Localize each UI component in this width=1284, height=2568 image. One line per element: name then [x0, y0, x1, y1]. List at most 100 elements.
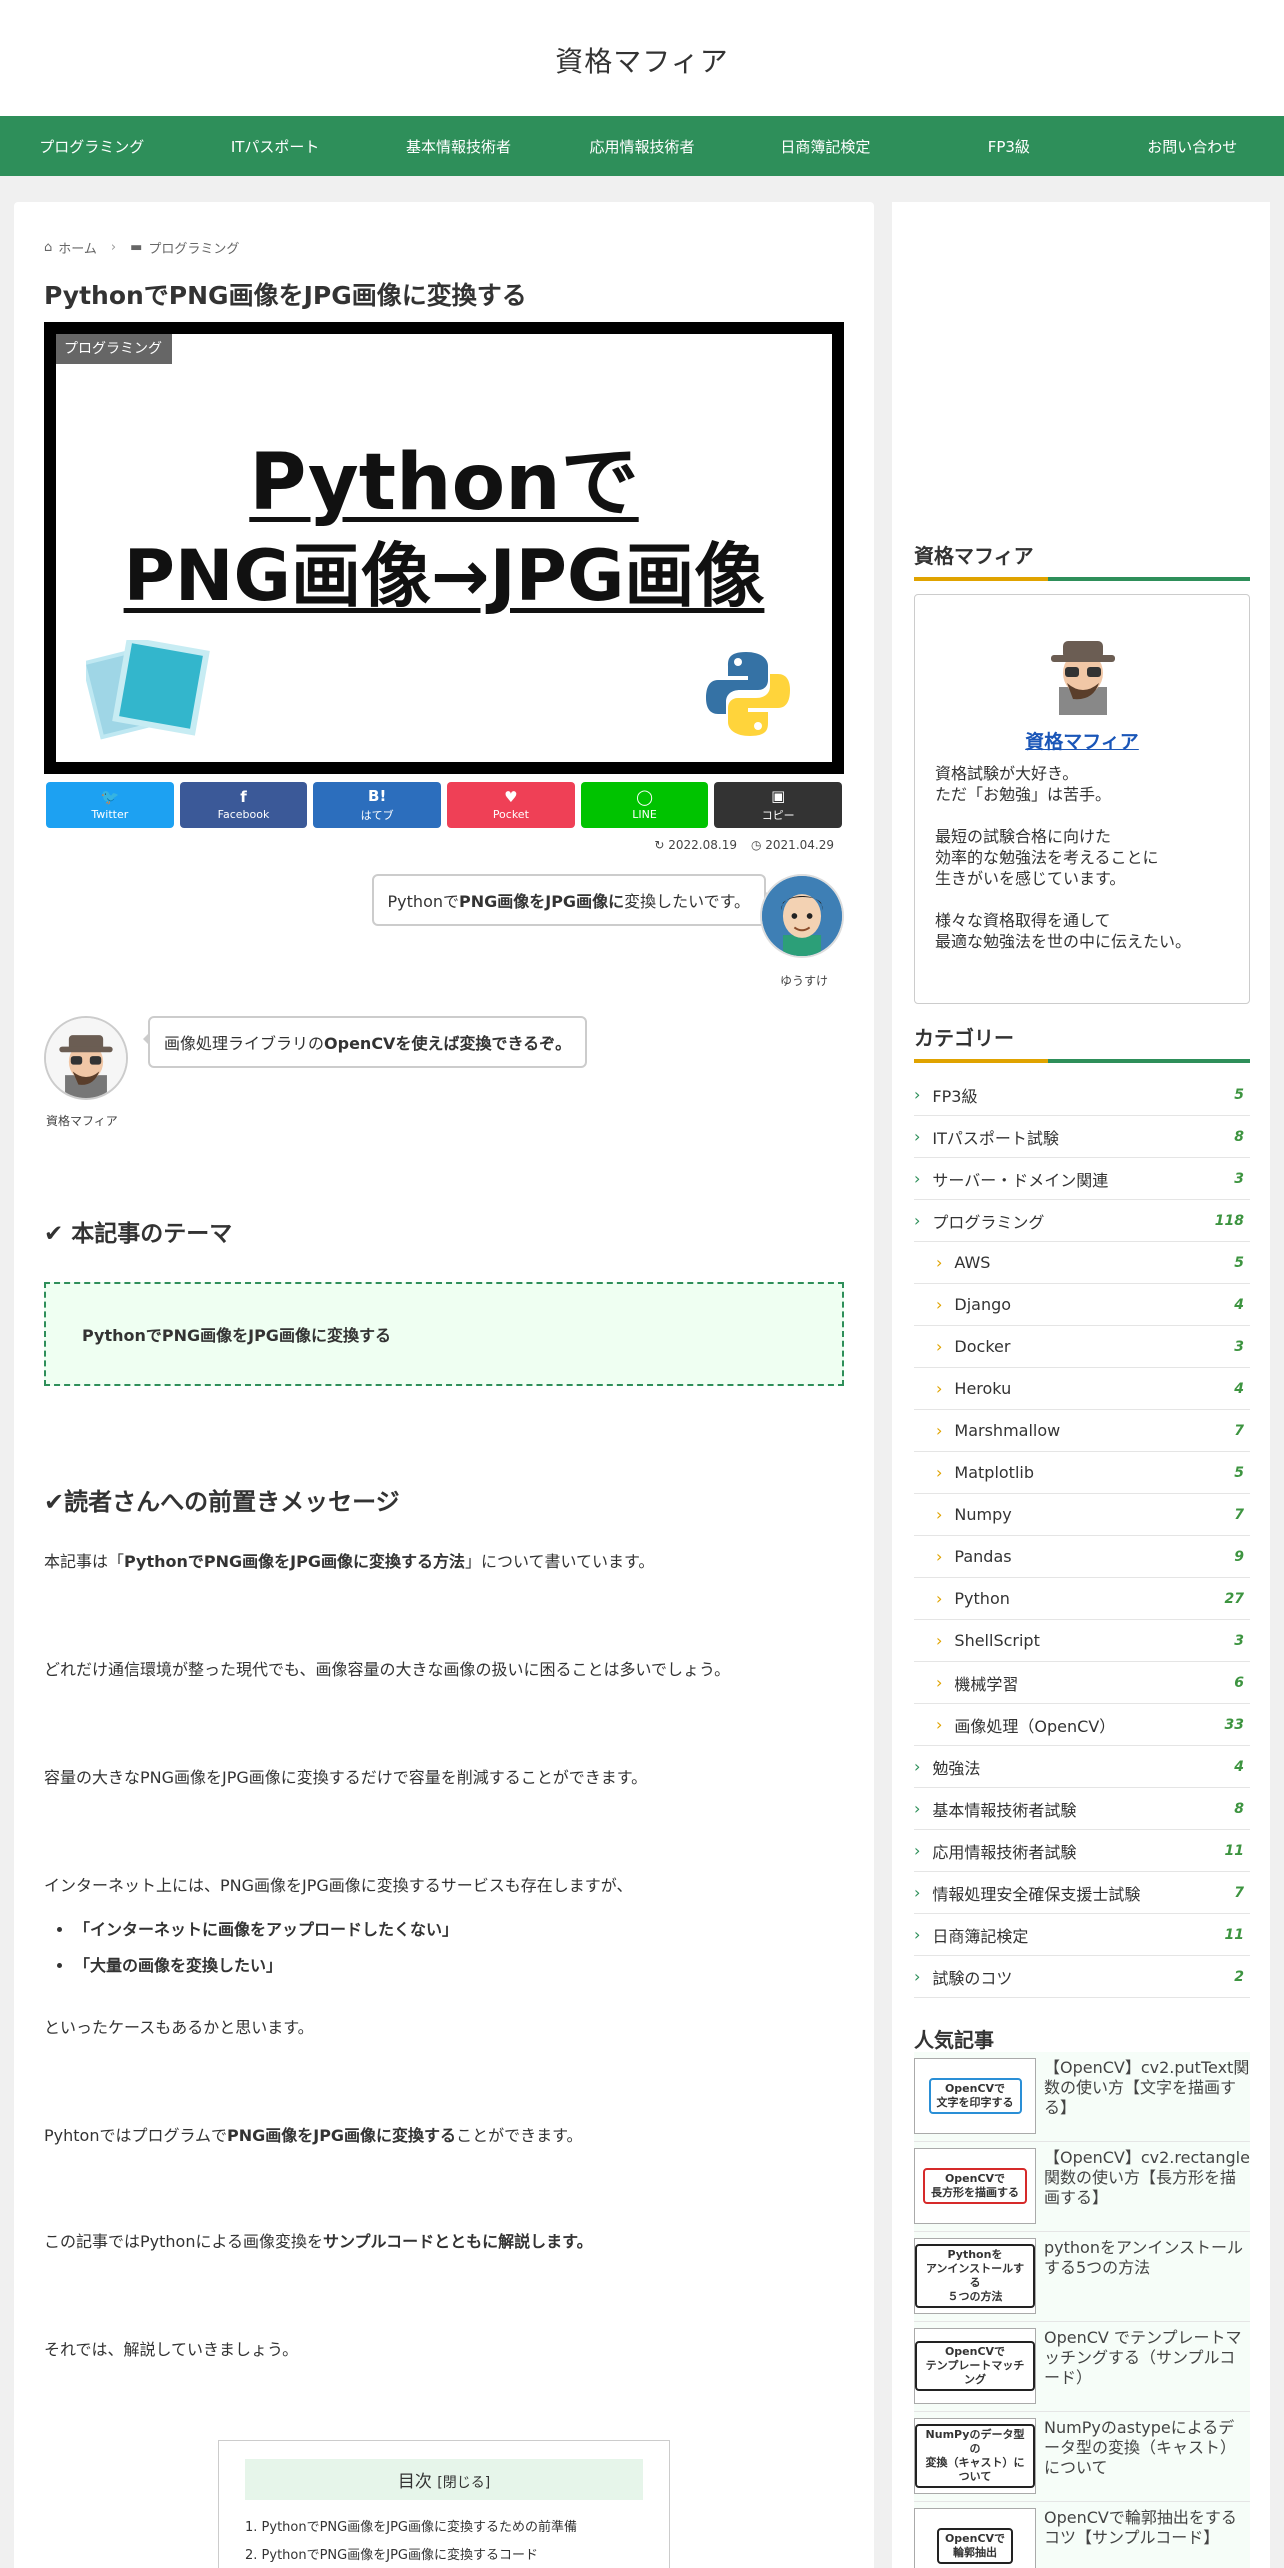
category-label: FP3級: [932, 1086, 978, 1106]
category-item[interactable]: › 機械学習 6: [914, 1662, 1250, 1704]
paragraph-1: 本記事は「PythonでPNG画像をJPG画像に変換する方法」について書いていま…: [44, 1552, 655, 1571]
chevron-right-icon: ›: [914, 1757, 921, 1776]
category-item[interactable]: › Heroku 4: [914, 1368, 1250, 1410]
category-item[interactable]: › ShellScript 3: [914, 1620, 1250, 1662]
category-count: 11: [1224, 1926, 1244, 1943]
photos-icon: [86, 640, 210, 740]
category-item[interactable]: › 情報処理安全確保支援士試験 7: [914, 1872, 1250, 1914]
article-title: NumPyのastypeによるデータ型の変換（キャスト）について: [1044, 2418, 1237, 2477]
share-pocket-button[interactable]: ♥ Pocket: [447, 782, 575, 828]
category-count: 4: [1234, 1758, 1244, 1775]
chevron-right-icon: ›: [936, 1715, 943, 1734]
popular-list: OpenCVで 文字を印字する 【OpenCV】cv2.putText関数の使い方…: [914, 2052, 1250, 2568]
toc-item[interactable]: 2. PythonでPNG画像をJPG画像に変換するコード: [245, 2548, 538, 2563]
article-thumbnail: OpenCVで テンプレートマッチング: [914, 2328, 1036, 2404]
category-item[interactable]: › Docker 3: [914, 1326, 1250, 1368]
popular-article[interactable]: Pythonを アンインストールする ５つの方法 pythonをアンインストールす…: [914, 2232, 1250, 2322]
share-hatena-button[interactable]: B! はてブ: [313, 782, 442, 828]
category-item[interactable]: › Python 27: [914, 1578, 1250, 1620]
popular-article[interactable]: OpenCVで 文字を印字する 【OpenCV】cv2.putText関数の使い方…: [914, 2052, 1250, 2142]
nav-item-fe[interactable]: 基本情報技術者: [367, 136, 550, 157]
list-item: 「インターネットに画像をアップロードしたくない」: [74, 1916, 458, 1940]
category-item[interactable]: › FP3級 5: [914, 1074, 1250, 1116]
category-item[interactable]: › Django 4: [914, 1284, 1250, 1326]
category-count: 3: [1234, 1338, 1244, 1355]
toc-toggle-button[interactable]: [閉じる]: [437, 2475, 490, 2491]
nav-item-boki[interactable]: 日商簿記検定: [734, 136, 917, 157]
popular-article[interactable]: OpenCVで 長方形を描画する 【OpenCV】cv2.rectangle関数の…: [914, 2142, 1250, 2232]
chevron-right-icon: ›: [914, 1967, 921, 1986]
article-title: pythonをアンインストールする5つの方法: [1044, 2238, 1244, 2277]
category-label: Django: [954, 1295, 1012, 1314]
category-label: 画像処理（OpenCV）: [954, 1716, 1116, 1736]
popular-article[interactable]: OpenCVで テンプレートマッチング OpenCV でテンプレートマッチングする…: [914, 2322, 1250, 2412]
share-copy-button[interactable]: ▣ コピー: [714, 782, 843, 828]
article-thumbnail: NumPyのデータ型の 変換（キャスト）について: [914, 2418, 1036, 2494]
category-count: 7: [1234, 1422, 1244, 1439]
site-title[interactable]: 資格マフィア: [555, 40, 728, 80]
sidebar-ad-area: [892, 202, 1270, 512]
breadcrumb-category[interactable]: プログラミング: [148, 238, 239, 257]
category-item[interactable]: › 基本情報技術者試験 8: [914, 1788, 1250, 1830]
category-count: 3: [1234, 1170, 1244, 1187]
share-twitter-button[interactable]: 🐦 Twitter: [46, 782, 174, 828]
home-icon: ⌂: [44, 240, 53, 255]
popular-article[interactable]: NumPyのデータ型の 変換（キャスト）について NumPyのastypeによるデ…: [914, 2412, 1250, 2502]
category-count: 9: [1234, 1548, 1244, 1565]
speech-bubble-right: PythonでPNG画像をJPG画像に変換したいです。: [371, 874, 772, 926]
nav-item-it-passport[interactable]: ITパスポート: [183, 136, 366, 157]
speech-bubble-left: 画像処理ライブラリのOpenCVを使えば変換できるぞ。: [142, 1016, 588, 1068]
chevron-right-icon: ›: [936, 1337, 943, 1356]
category-count: 3: [1234, 1632, 1244, 1649]
article-thumbnail: Pythonを アンインストールする ５つの方法: [914, 2238, 1036, 2314]
nav-item-programming[interactable]: プログラミング: [0, 136, 183, 157]
sidebar: 資格マフィア 資格マフィア 資格試験が大好き。 ただ「お勉強」は苦手。 最短の試…: [892, 512, 1270, 2568]
avatar-yusuke: [760, 874, 844, 958]
category-label: ShellScript: [954, 1631, 1040, 1650]
category-item[interactable]: › Matplotlib 5: [914, 1452, 1250, 1494]
nav-item-contact[interactable]: お問い合わせ: [1101, 136, 1284, 157]
list-item: 「大量の画像を変換したい」: [74, 1952, 458, 1976]
category-item[interactable]: › Pandas 9: [914, 1536, 1250, 1578]
toc-item[interactable]: 1. PythonでPNG画像をJPG画像に変換するための前準備: [245, 2520, 577, 2535]
category-item[interactable]: › 勉強法 4: [914, 1746, 1250, 1788]
category-item[interactable]: › 応用情報技術者試験 11: [914, 1830, 1250, 1872]
nav-item-ap[interactable]: 応用情報技術者: [550, 136, 733, 157]
paragraph-6: PyhtonではプログラムでPNG画像をJPG画像に変換することができます。: [44, 2126, 583, 2145]
copy-icon: ▣: [771, 786, 786, 805]
category-item[interactable]: › 画像処理（OpenCV） 33: [914, 1704, 1250, 1746]
main-article: ⌂ ホーム › ▬ プログラミング PythonでPNG画像をJPG画像に変換す…: [14, 202, 874, 2568]
category-item[interactable]: › AWS 5: [914, 1242, 1250, 1284]
paragraph-3: 容量の大きなPNG画像をJPG画像に変換するだけで容量を削減することができます。: [44, 1768, 648, 1787]
breadcrumb: ⌂ ホーム › ▬ プログラミング: [44, 238, 239, 257]
chevron-right-icon: ›: [914, 1925, 921, 1944]
chevron-right-icon: ›: [936, 1295, 943, 1314]
publish-date: ◷ 2021.04.29: [750, 838, 834, 852]
chevron-right-icon: ›: [914, 1883, 921, 1902]
avatar-yusuke-name: ゆうすけ: [779, 974, 828, 988]
popular-article[interactable]: OpenCVで 輪郭抽出 OpenCVで輪郭抽出をするコツ【サンプルコード】: [914, 2502, 1250, 2568]
nav-item-fp3[interactable]: FP3級: [917, 136, 1100, 157]
category-item[interactable]: › ITパスポート試験 8: [914, 1116, 1250, 1158]
category-item[interactable]: › サーバー・ドメイン関連 3: [914, 1158, 1250, 1200]
category-item[interactable]: › 試験のコツ 2: [914, 1956, 1250, 1998]
category-count: 8: [1234, 1800, 1244, 1817]
line-icon: ◯: [636, 788, 653, 806]
share-line-button[interactable]: ◯ LINE: [580, 782, 709, 828]
article-thumbnail: OpenCVで 文字を印字する: [914, 2058, 1036, 2134]
category-item[interactable]: › Marshmallow 7: [914, 1410, 1250, 1452]
breadcrumb-home[interactable]: ホーム: [58, 238, 97, 257]
global-nav: プログラミング ITパスポート 基本情報技術者 応用情報技術者 日商簿記検定 F…: [0, 116, 1284, 176]
chevron-right-icon: ›: [936, 1379, 943, 1398]
page-title: PythonでPNG画像をJPG画像に変換する: [44, 281, 527, 310]
category-item[interactable]: › Numpy 7: [914, 1494, 1250, 1536]
share-facebook-button[interactable]: f Facebook: [179, 782, 308, 828]
category-item[interactable]: › プログラミング 118: [914, 1200, 1250, 1242]
category-label: Matplotlib: [954, 1463, 1034, 1482]
profile-name-link[interactable]: 資格マフィア: [915, 727, 1249, 754]
eyecatch-category-label[interactable]: プログラミング: [56, 334, 172, 364]
category-count: 6: [1234, 1674, 1244, 1691]
theme-heading: ✔ 本記事のテーマ: [44, 1221, 233, 1247]
category-item[interactable]: › 日商簿記検定 11: [914, 1914, 1250, 1956]
share-buttons: 🐦 Twitter f Facebook B! はてブ ♥ Pocket ◯ L…: [46, 782, 843, 828]
